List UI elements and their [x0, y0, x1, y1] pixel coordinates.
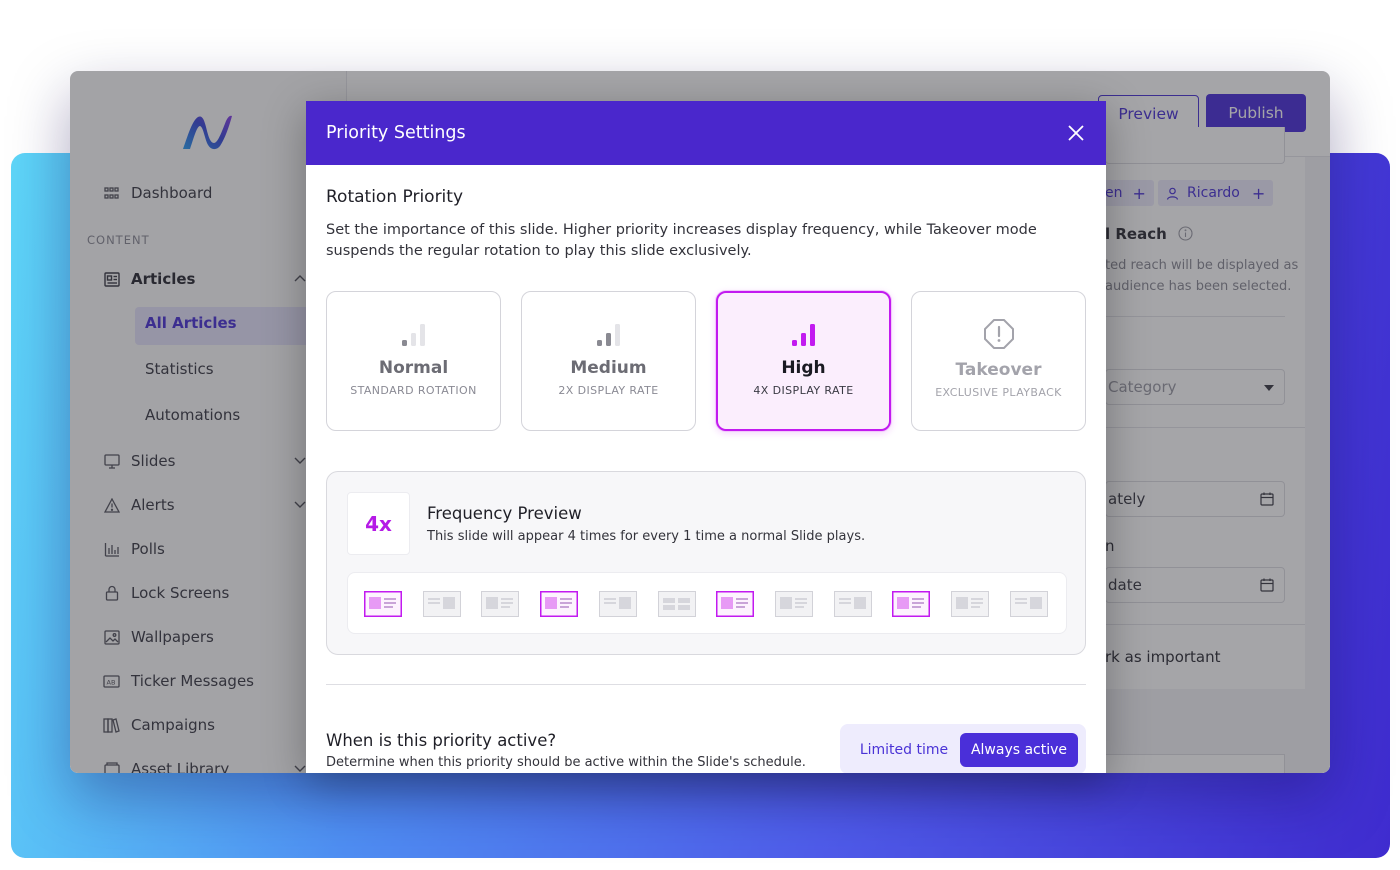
- modal-header: Priority Settings: [306, 101, 1106, 165]
- highlighted-slide-thumbnail: [540, 591, 579, 617]
- always-active-option[interactable]: Always active: [960, 733, 1078, 767]
- slide-thumbnail: [422, 591, 461, 617]
- priority-settings-modal: Priority Settings Rotation Priority Set …: [306, 101, 1106, 773]
- frequency-title: Frequency Preview: [427, 504, 582, 523]
- when-active-description: Determine when this priority should be a…: [326, 755, 806, 770]
- frequency-thumbnail-strip: [347, 572, 1067, 634]
- modal-title: Priority Settings: [326, 123, 466, 143]
- option-sub: 2X DISPLAY RATE: [558, 384, 659, 397]
- option-name: Normal: [378, 358, 449, 378]
- priority-option-normal[interactable]: Normal STANDARD ROTATION: [326, 291, 501, 431]
- slide-thumbnail: [1009, 591, 1048, 617]
- signal-high-icon: [791, 324, 815, 346]
- priority-option-medium[interactable]: Medium 2X DISPLAY RATE: [521, 291, 696, 431]
- priority-option-takeover[interactable]: Takeover EXCLUSIVE PLAYBACK: [911, 291, 1086, 431]
- priority-option-high[interactable]: High 4X DISPLAY RATE: [716, 291, 891, 431]
- highlighted-slide-thumbnail: [364, 591, 402, 617]
- slide-thumbnail: [951, 591, 989, 617]
- rotation-priority-description: Set the importance of this slide. Higher…: [326, 222, 1037, 259]
- limited-time-option[interactable]: Limited time: [852, 733, 956, 767]
- active-mode-toggle: Limited time Always active: [840, 724, 1086, 773]
- frequency-description: This slide will appear 4 times for every…: [427, 529, 866, 544]
- close-icon[interactable]: [1064, 121, 1088, 145]
- option-sub: STANDARD ROTATION: [350, 384, 477, 397]
- highlighted-slide-thumbnail: [892, 591, 931, 617]
- slide-thumbnail: [657, 591, 696, 617]
- option-sub: EXCLUSIVE PLAYBACK: [935, 386, 1062, 399]
- option-name: Takeover: [955, 360, 1042, 380]
- frequency-badge: 4x: [347, 492, 410, 555]
- frequency-preview-panel: 4x Frequency Preview This slide will app…: [326, 471, 1086, 655]
- slide-thumbnail: [481, 591, 520, 617]
- signal-low-icon: [401, 324, 425, 346]
- exclamation-icon: [983, 319, 1014, 349]
- slide-thumbnail: [774, 591, 813, 617]
- highlighted-slide-thumbnail: [716, 591, 755, 617]
- option-name: High: [781, 358, 826, 378]
- slide-thumbnail: [833, 591, 872, 617]
- rotation-priority-heading: Rotation Priority: [326, 187, 464, 207]
- section-divider: [326, 684, 1086, 685]
- option-sub: 4X DISPLAY RATE: [753, 384, 854, 397]
- slide-thumbnail: [598, 591, 637, 617]
- when-active-heading: When is this priority active?: [326, 731, 557, 750]
- option-name: Medium: [570, 358, 647, 378]
- signal-medium-icon: [596, 324, 620, 346]
